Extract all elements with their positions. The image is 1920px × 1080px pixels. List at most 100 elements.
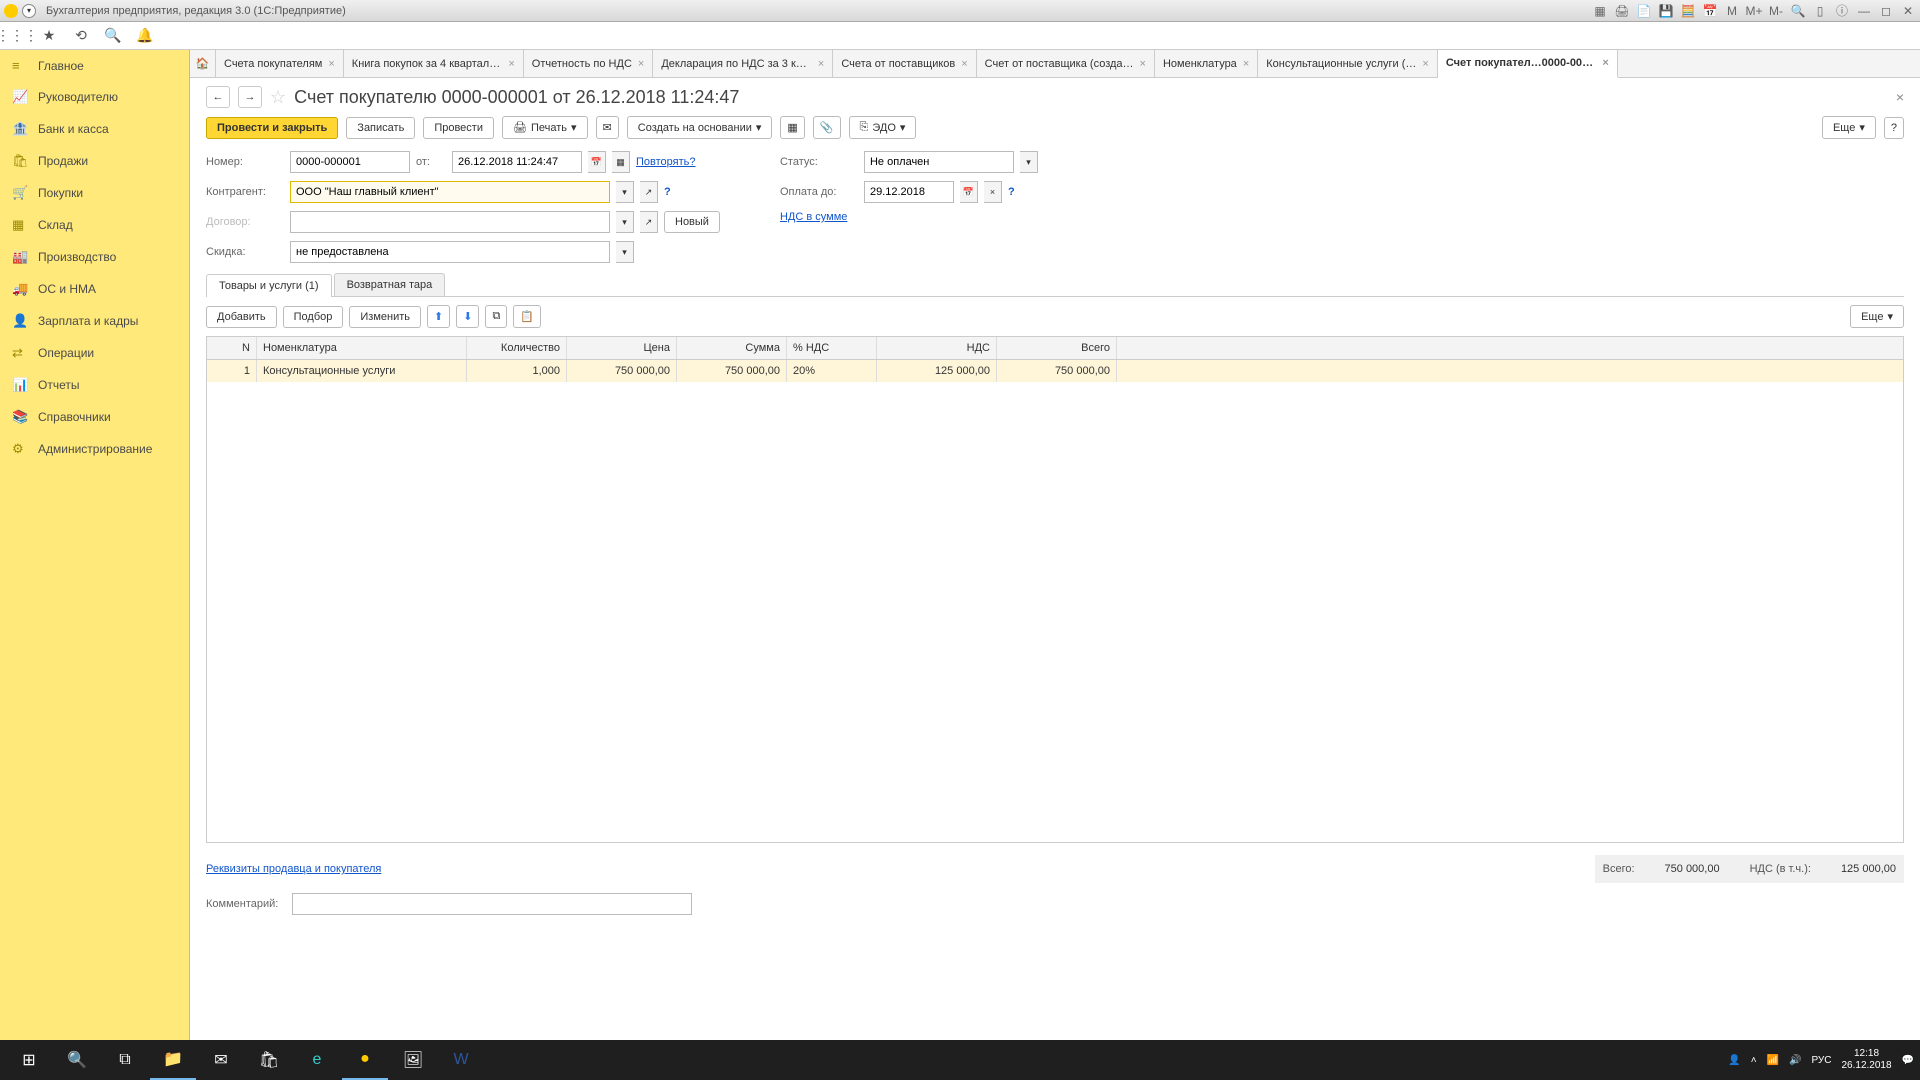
taskbar-search[interactable]: 🔍: [54, 1040, 100, 1080]
tb-icon-info[interactable]: ⓘ: [1834, 3, 1850, 19]
tab-1[interactable]: Книга покупок за 4 квартал …×: [344, 50, 524, 77]
post-button[interactable]: Провести: [423, 117, 494, 139]
sidebar-item-admin[interactable]: ⚙Администрирование: [0, 433, 189, 465]
tab-goods[interactable]: Товары и услуги (1): [206, 274, 332, 297]
tab-close-icon[interactable]: ×: [508, 58, 514, 70]
taskview-icon[interactable]: ⧉: [102, 1040, 148, 1080]
sidebar-item-manager[interactable]: 📈Руководителю: [0, 81, 189, 113]
tray-volume-icon[interactable]: 🔊: [1789, 1055, 1801, 1066]
calendar-icon[interactable]: 📅: [960, 181, 978, 203]
tray-lang[interactable]: РУС: [1811, 1055, 1831, 1066]
tray-up-icon[interactable]: ˄: [1751, 1055, 1757, 1066]
sidebar-item-production[interactable]: 🏭Производство: [0, 241, 189, 273]
sidebar-item-salary[interactable]: 👤Зарплата и кадры: [0, 305, 189, 337]
forward-button[interactable]: →: [238, 86, 262, 108]
col-n[interactable]: N: [207, 337, 257, 359]
col-ndspc[interactable]: % НДС: [787, 337, 877, 359]
clear-icon[interactable]: ×: [984, 181, 1002, 203]
sidebar-item-sales[interactable]: 🛍Продажи: [0, 145, 189, 177]
bell-icon[interactable]: 🔔: [136, 27, 154, 45]
1c-icon[interactable]: ●: [342, 1040, 388, 1080]
tab-3[interactable]: Декларация по НДС за 3 кв…×: [653, 50, 833, 77]
open-icon[interactable]: ↗: [640, 181, 658, 203]
tab-close-icon[interactable]: ×: [638, 58, 644, 70]
photos-icon[interactable]: 🖼: [390, 1040, 436, 1080]
tab-7[interactable]: Консультационные услуги (…×: [1258, 50, 1438, 77]
explorer-icon[interactable]: 📁: [150, 1040, 196, 1080]
post-close-button[interactable]: Провести и закрыть: [206, 117, 338, 139]
move-up-button[interactable]: ⬆: [427, 305, 450, 328]
discount-input[interactable]: [290, 241, 610, 263]
tab-close-icon[interactable]: ×: [1422, 58, 1428, 70]
col-nds[interactable]: НДС: [877, 337, 997, 359]
copy-button[interactable]: ⧉: [485, 305, 507, 328]
create-based-button[interactable]: Создать на основании ▾: [627, 116, 773, 139]
help-button[interactable]: ?: [1884, 117, 1904, 139]
sidebar-item-warehouse[interactable]: ▦Склад: [0, 209, 189, 241]
calendar-icon[interactable]: 📅: [588, 151, 606, 173]
counterparty-input[interactable]: [290, 181, 610, 203]
table-row[interactable]: 1 Консультационные услуги 1,000 750 000,…: [207, 360, 1903, 382]
start-button[interactable]: ⊞: [6, 1040, 52, 1080]
tab-close-icon[interactable]: ×: [961, 58, 967, 70]
apps-icon[interactable]: ⋮⋮⋮: [8, 27, 26, 45]
sidebar-item-os[interactable]: 🚚ОС и НМА: [0, 273, 189, 305]
add-row-button[interactable]: Добавить: [206, 306, 277, 328]
tb-icon-search[interactable]: 🔍: [1790, 3, 1806, 19]
number-input[interactable]: [290, 151, 410, 173]
tab-4[interactable]: Счета от поставщиков×: [833, 50, 976, 77]
tab-0[interactable]: Счета покупателям×: [216, 50, 344, 77]
tb-icon-save[interactable]: 💾: [1658, 3, 1674, 19]
mail-button[interactable]: ✉: [596, 116, 619, 139]
print-button[interactable]: 🖨 Печать ▾: [502, 116, 588, 139]
col-nom[interactable]: Номенклатура: [257, 337, 467, 359]
tab-tara[interactable]: Возвратная тара: [334, 273, 446, 296]
tb-icon-print[interactable]: 🖨: [1614, 3, 1630, 19]
tb-icon-1[interactable]: ▦: [1592, 3, 1608, 19]
table-more-button[interactable]: Еще ▾: [1850, 305, 1904, 328]
close-icon[interactable]: ✕: [1900, 3, 1916, 19]
grid-empty-area[interactable]: [207, 382, 1903, 842]
back-button[interactable]: ←: [206, 86, 230, 108]
sidebar-item-purchases[interactable]: 🛒Покупки: [0, 177, 189, 209]
tab-8[interactable]: Счет покупател…0000-000001×: [1438, 50, 1618, 78]
tb-icon-panel[interactable]: ▯: [1812, 3, 1828, 19]
tab-close-icon[interactable]: ×: [328, 58, 334, 70]
comment-input[interactable]: [292, 893, 692, 915]
vat-in-sum-link[interactable]: НДС в сумме: [780, 211, 847, 223]
sidebar-item-reports[interactable]: 📊Отчеты: [0, 369, 189, 401]
seller-details-link[interactable]: Реквизиты продавца и покупателя: [206, 863, 381, 875]
tab-2[interactable]: Отчетность по НДС×: [524, 50, 654, 77]
help-icon[interactable]: ?: [1008, 186, 1015, 198]
status-select[interactable]: [864, 151, 1014, 173]
tb-icon-calc[interactable]: 🧮: [1680, 3, 1696, 19]
new-contract-button[interactable]: Новый: [664, 211, 720, 233]
paste-button[interactable]: 📋: [513, 305, 541, 328]
tab-close-icon[interactable]: ×: [1602, 57, 1608, 69]
search-icon[interactable]: 🔍: [104, 27, 122, 45]
tb-icon-m3[interactable]: M-: [1768, 3, 1784, 19]
tb-icon-m2[interactable]: M+: [1746, 3, 1762, 19]
favorite-star-icon[interactable]: ☆: [270, 87, 286, 108]
tab-home[interactable]: 🏠: [190, 50, 216, 77]
write-button[interactable]: Записать: [346, 117, 415, 139]
notifications-icon[interactable]: 💬: [1902, 1055, 1914, 1066]
tab-close-icon[interactable]: ×: [818, 58, 824, 70]
history-icon[interactable]: ⟲: [72, 27, 90, 45]
tray-people-icon[interactable]: 👤: [1728, 1055, 1740, 1066]
tb-icon-m1[interactable]: M: [1724, 3, 1740, 19]
pick-button[interactable]: Подбор: [283, 306, 344, 328]
tab-6[interactable]: Номенклатура×: [1155, 50, 1258, 77]
sidebar-item-dictionaries[interactable]: 📚Справочники: [0, 401, 189, 433]
tb-icon-doc[interactable]: 📄: [1636, 3, 1652, 19]
edge-icon[interactable]: e: [294, 1040, 340, 1080]
open-icon[interactable]: ↗: [640, 211, 658, 233]
content-close-icon[interactable]: ×: [1896, 89, 1904, 105]
pay-until-input[interactable]: [864, 181, 954, 203]
attach-button[interactable]: 📎: [813, 116, 841, 139]
dropdown-icon[interactable]: ▾: [616, 241, 634, 263]
edit-row-button[interactable]: Изменить: [349, 306, 421, 328]
help-icon[interactable]: ?: [664, 186, 671, 198]
col-qty[interactable]: Количество: [467, 337, 567, 359]
dropdown-icon[interactable]: ▾: [616, 181, 634, 203]
